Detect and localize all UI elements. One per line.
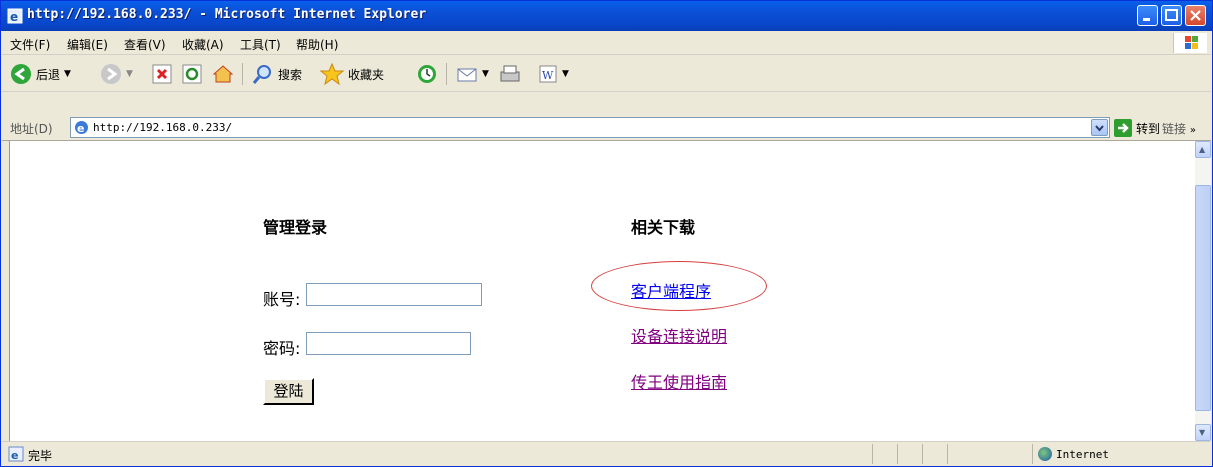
- mail-dropdown-icon[interactable]: ▼: [482, 69, 489, 79]
- address-bar: 地址(D) e http://192.168.0.233/ 转到 链接 »: [2, 115, 1211, 141]
- maximize-icon: [1165, 9, 1178, 21]
- svg-text:e: e: [77, 122, 84, 135]
- history-button[interactable]: [416, 62, 438, 86]
- menu-view[interactable]: 查看(V): [124, 36, 166, 53]
- vertical-scrollbar[interactable]: ▲ ▼: [1195, 141, 1211, 441]
- links-label: 链接: [1162, 122, 1187, 136]
- chevron-up-icon: ▲: [1199, 145, 1206, 154]
- menu-file[interactable]: 文件(F): [10, 36, 50, 53]
- forward-arrow-icon: [101, 64, 121, 84]
- home-button[interactable]: [212, 62, 234, 86]
- go-button[interactable]: 转到: [1114, 119, 1160, 137]
- status-divider: [922, 444, 923, 464]
- back-arrow-icon: [11, 64, 31, 84]
- refresh-button[interactable]: [182, 62, 202, 86]
- status-divider: [897, 444, 898, 464]
- forward-dropdown-icon[interactable]: ▼: [126, 69, 133, 79]
- status-bar: e 完毕 Internet: [2, 441, 1211, 466]
- status-text: 完毕: [28, 449, 53, 463]
- zone-label: Internet: [1056, 447, 1109, 461]
- favorites-star-icon: [320, 63, 344, 85]
- page-ie-icon: e: [75, 121, 88, 135]
- minimize-icon: [1143, 18, 1150, 21]
- edit-dropdown-icon[interactable]: ▼: [562, 69, 569, 79]
- account-label: 账号:: [263, 290, 301, 309]
- search-button[interactable]: 搜索: [252, 62, 302, 86]
- search-icon: [252, 65, 271, 84]
- toolbar: 后退 ▼ ▼ 搜索 收藏夹 ▼ W ▼: [2, 56, 1211, 116]
- ie-logo-icon: e: [7, 8, 23, 24]
- svg-text:e: e: [10, 10, 18, 24]
- maximize-button[interactable]: [1161, 5, 1182, 26]
- menu-edit[interactable]: 编辑(E): [67, 36, 108, 53]
- print-button[interactable]: [498, 62, 522, 86]
- favorites-label: 收藏夹: [348, 67, 385, 82]
- page-done-icon: e: [8, 446, 24, 462]
- status-divider: [1032, 444, 1033, 464]
- window-title: http://192.168.0.233/ - Microsoft Intern…: [27, 7, 427, 22]
- svg-text:e: e: [11, 449, 18, 462]
- globe-icon: [1038, 447, 1052, 461]
- back-label: 后退: [36, 67, 61, 82]
- chevron-down-icon: [1095, 125, 1104, 132]
- status-divider: [872, 444, 873, 464]
- edit-word-button[interactable]: W ▼: [538, 62, 569, 86]
- chevron-down-icon: ▼: [1199, 428, 1206, 437]
- word-document-icon: W: [539, 65, 557, 83]
- ie-window: e http://192.168.0.233/ - Microsoft Inte…: [0, 0, 1213, 467]
- toolbar-separator: [242, 63, 243, 85]
- account-input[interactable]: [306, 283, 482, 306]
- forward-button[interactable]: ▼: [100, 62, 133, 86]
- login-button[interactable]: 登陆: [263, 378, 314, 405]
- close-button[interactable]: [1185, 5, 1206, 26]
- security-zone: Internet: [1038, 447, 1109, 461]
- search-label: 搜索: [278, 67, 303, 82]
- home-icon: [212, 65, 234, 83]
- password-label: 密码:: [263, 339, 301, 358]
- favorites-button[interactable]: 收藏夹: [320, 62, 384, 86]
- chuanwang-user-guide-link[interactable]: 传王使用指南: [631, 369, 727, 393]
- title-bar[interactable]: e http://192.168.0.233/ - Microsoft Inte…: [1, 1, 1212, 31]
- toolbar-separator: [446, 63, 447, 85]
- links-button[interactable]: 链接 »: [1162, 120, 1196, 137]
- address-label: 地址(D): [10, 122, 53, 136]
- chevron-right-icon: »: [1189, 125, 1196, 136]
- back-dropdown-icon[interactable]: ▼: [64, 69, 71, 79]
- device-connection-guide-link[interactable]: 设备连接说明: [631, 323, 727, 347]
- scroll-down-button[interactable]: ▼: [1195, 424, 1211, 441]
- menu-bar: 文件(F) 编辑(E) 查看(V) 收藏(A) 工具(T) 帮助(H): [2, 31, 1211, 55]
- status-divider: [947, 444, 948, 464]
- menu-favorites[interactable]: 收藏(A): [182, 36, 224, 53]
- svg-text:W: W: [542, 69, 554, 82]
- back-button[interactable]: 后退 ▼: [10, 62, 71, 86]
- close-icon: [1190, 10, 1201, 21]
- menu-tools[interactable]: 工具(T): [240, 36, 281, 53]
- windows-flag-icon: [1173, 33, 1207, 53]
- login-title: 管理登录: [263, 218, 328, 237]
- go-label: 转到: [1136, 121, 1161, 136]
- printer-icon: [500, 65, 520, 82]
- address-dropdown-button[interactable]: [1091, 119, 1108, 136]
- scroll-thumb[interactable]: [1195, 185, 1211, 411]
- refresh-icon: [182, 64, 202, 84]
- downloads-title: 相关下载: [631, 218, 696, 237]
- mail-button[interactable]: ▼: [456, 62, 489, 86]
- mail-icon: [457, 68, 477, 82]
- address-input[interactable]: e http://192.168.0.233/: [70, 117, 1110, 138]
- go-arrow-icon: [1114, 119, 1132, 137]
- scroll-up-button[interactable]: ▲: [1195, 141, 1211, 158]
- minimize-button[interactable]: [1137, 5, 1158, 26]
- stop-icon: [152, 64, 172, 84]
- password-input[interactable]: [306, 332, 471, 355]
- history-icon: [418, 65, 436, 83]
- stop-button[interactable]: [152, 62, 172, 86]
- address-url: http://192.168.0.233/: [93, 121, 233, 134]
- menu-help[interactable]: 帮助(H): [296, 36, 338, 53]
- client-program-link[interactable]: 客户端程序: [631, 278, 711, 302]
